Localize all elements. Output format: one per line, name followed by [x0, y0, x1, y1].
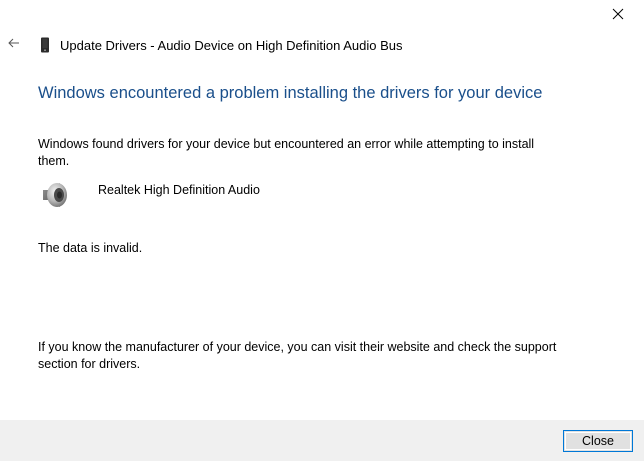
close-button[interactable]: Close	[563, 430, 633, 452]
speaker-icon	[43, 183, 67, 207]
back-arrow-icon[interactable]	[8, 37, 20, 49]
dialog-footer	[0, 420, 644, 461]
phone-device-icon	[41, 37, 49, 53]
support-hint: If you know the manufacturer of your dev…	[38, 340, 557, 371]
error-message: The data is invalid.	[38, 241, 143, 255]
window-title: Update Drivers - Audio Device on High De…	[60, 37, 403, 53]
close-icon[interactable]	[610, 6, 626, 22]
update-drivers-window: Update Drivers - Audio Device on High De…	[0, 0, 644, 461]
window-header: Update Drivers - Audio Device on High De…	[40, 35, 403, 55]
device-name: Realtek High Definition Audio	[98, 183, 260, 197]
device-row: Realtek High Definition Audio	[40, 180, 260, 210]
error-description: Windows found drivers for your device bu…	[38, 137, 535, 168]
page-heading: Windows encountered a problem installing…	[38, 84, 543, 102]
